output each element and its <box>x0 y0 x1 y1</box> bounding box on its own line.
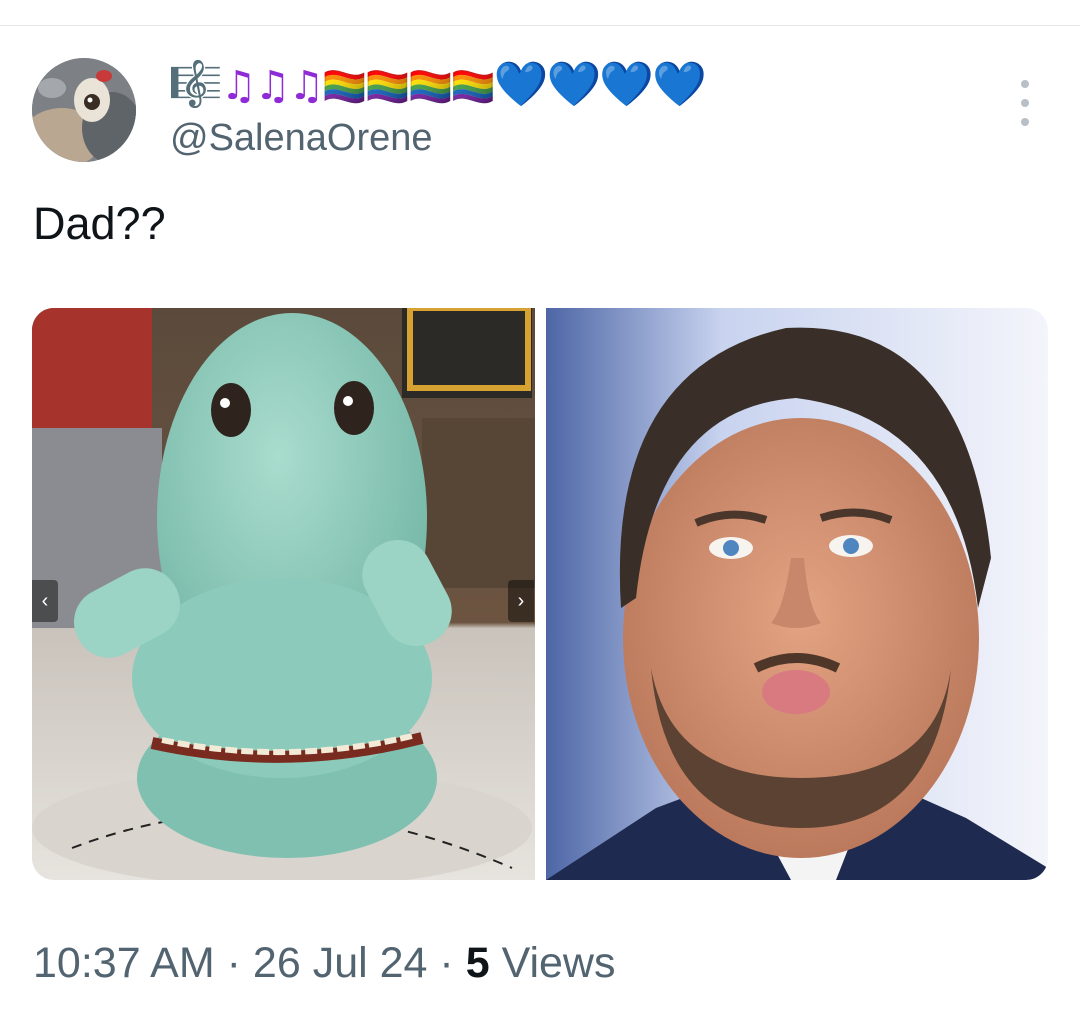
media-image-man[interactable] <box>546 308 1048 880</box>
avatar-image <box>32 58 136 162</box>
tweet-time[interactable]: 10:37 AM <box>33 939 215 987</box>
man-photo <box>546 308 1048 880</box>
chevron-left-icon[interactable]: ‹ <box>32 580 58 622</box>
author-display-name[interactable]: 🎼♫♫♫🏳️‍🌈🏳️‍🌈🏳️‍🌈🏳️‍🌈💙💙💙💙 <box>168 59 707 110</box>
meta-separator: · <box>226 939 241 987</box>
top-divider <box>0 25 1080 26</box>
tweet-text: Dad?? <box>33 198 166 249</box>
more-dot <box>1021 118 1029 126</box>
more-dot <box>1021 80 1029 88</box>
rainbow-flag-emoji: 🏳️‍🌈🏳️‍🌈🏳️‍🌈🏳️‍🌈 <box>322 67 495 108</box>
more-dot <box>1021 99 1029 107</box>
author-handle[interactable]: @SalenaOrene <box>170 114 433 162</box>
tweet-meta: 10:37 AM · 26 Jul 24 · 5 Views <box>33 936 616 990</box>
more-options-icon[interactable] <box>1010 80 1040 126</box>
views-count: 5 <box>465 939 490 987</box>
avatar[interactable] <box>32 58 136 162</box>
media-grid: ‹ › <box>32 308 1048 880</box>
treble-clef-emoji: 🎼 <box>168 59 223 110</box>
views-label: Views <box>501 939 616 987</box>
media-image-chair[interactable] <box>32 308 535 880</box>
meta-separator: · <box>439 939 454 987</box>
chevron-right-icon[interactable]: › <box>508 580 534 622</box>
chair-photo <box>32 308 535 880</box>
tweet-date[interactable]: 26 Jul 24 <box>253 939 428 987</box>
music-notes-emoji: ♫♫♫ <box>220 63 325 109</box>
blue-heart-emoji: 💙💙💙💙 <box>493 59 707 110</box>
